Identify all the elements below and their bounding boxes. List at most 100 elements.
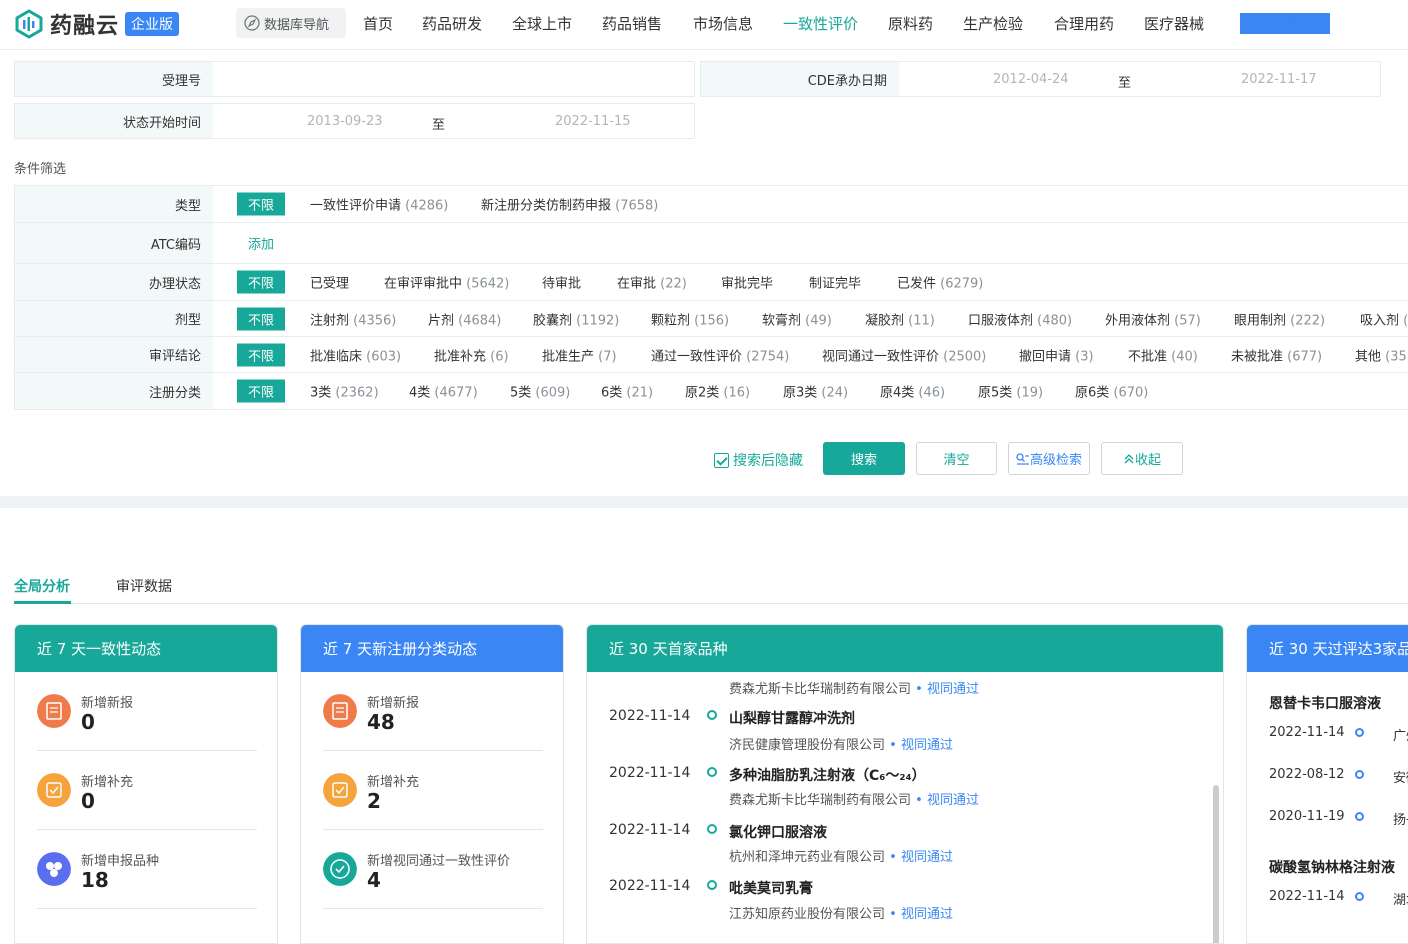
nav-global-launch[interactable]: 全球上市 [512,13,572,34]
filter-option[interactable]: 原3类 (24) [783,382,848,401]
filter-option[interactable]: 吸入剂 ( [1360,309,1408,328]
filter-option[interactable]: 原2类 (16) [685,382,750,401]
filter-option[interactable]: 审批完毕 [721,273,773,292]
group-drug-name[interactable]: 恩替卡韦口服溶液 [1269,693,1381,713]
filter-option[interactable]: 不批准 (40) [1128,345,1198,364]
advanced-search-label: 高级检索 [1029,453,1082,468]
search-button[interactable]: 搜索 [823,442,905,475]
advanced-search-button[interactable]: 高级检索 [1008,442,1090,475]
stat-new-supplement[interactable]: 新增补充 2 [323,751,543,830]
stat-new-report[interactable]: 新增新报 0 [37,672,257,751]
nav-consistency-evaluation[interactable]: 一致性评价 [783,13,858,34]
database-nav-button[interactable]: 数据库导航 [236,8,346,38]
timeline-drug-name[interactable]: 氯化钾口服溶液 [729,822,827,842]
nav-medical-devices[interactable]: 医疗器械 [1144,13,1204,34]
filter-option[interactable]: 新注册分类仿制药申报 (7658) [481,195,658,214]
group-row-date: 2022-08-12 [1269,767,1345,782]
filter-option-selected[interactable]: 不限 [237,343,286,366]
filter-option[interactable]: 凝胶剂 (11) [865,309,935,328]
nav-drug-sales[interactable]: 药品销售 [602,13,662,34]
filter-option[interactable]: 在审批 (22) [617,273,687,292]
filter-option[interactable]: 颗粒剂 (156) [651,309,729,328]
atc-add-link[interactable]: 添加 [248,234,274,253]
timeline-dot-icon [707,824,717,834]
tab-global-analysis[interactable]: 全局分析 [14,576,70,596]
filter-option[interactable]: 6类 (21) [601,382,653,401]
filter-option[interactable]: 批准补充 (6) [434,345,509,364]
filter-option[interactable]: 已受理 [310,273,349,292]
nav-rational-drug-use[interactable]: 合理用药 [1054,13,1114,34]
cde-date-from[interactable]: 2012-04-24 [993,72,1069,87]
timeline-drug-name[interactable]: 多种油脂肪乳注射液（C₆～₂₄） [729,765,926,785]
filter-option[interactable]: 5类 (609) [510,382,570,401]
stat-new-varieties[interactable]: 新增申报品种 18 [37,830,257,909]
group-drug-name[interactable]: 碳酸氢钠林格注射液 [1269,857,1395,877]
filter-option-selected[interactable]: 不限 [237,270,286,294]
filter-option[interactable]: 胶囊剂 (1192) [533,309,619,328]
filter-option[interactable]: 撤回申请 (3) [1019,345,1094,364]
nav-literature-search[interactable]: 医学文献检索 [1240,13,1331,34]
tab-review-data[interactable]: 审评数据 [116,576,172,596]
filter-label: 剂型 [15,301,213,336]
filter-row-review-conclusion: 审评结论 不限 批准临床 (603) 批准补充 (6) 批准生产 (7) 通过一… [15,337,1408,373]
card-title: 近 7 天新注册分类动态 [301,625,563,672]
group-row-company: 扬子 [1393,813,1408,828]
filter-option[interactable]: 在审评审批中 (5642) [384,273,509,292]
filter-option[interactable]: 视同通过一致性评价 (2500) [822,345,986,364]
cde-date-row: CDE承办日期 2012-04-24 至 2022-11-17 [700,61,1381,97]
accept-no-row: 受理号 [14,61,695,97]
compass-icon [244,15,260,31]
filter-option[interactable]: 原5类 (19) [978,382,1043,401]
status-start-to[interactable]: 2022-11-15 [555,114,631,129]
filter-option[interactable]: 未被批准 (677) [1231,345,1322,364]
brand-logo[interactable]: 药融云 企业版 [14,6,180,42]
accept-no-input[interactable] [214,62,694,96]
nav-api[interactable]: 原料药 [888,13,933,34]
collapse-button[interactable]: 收起 [1101,442,1183,475]
filter-option[interactable]: 注射剂 (4356) [310,309,396,328]
filter-option-selected[interactable]: 不限 [237,307,286,330]
new-report-icon [37,694,71,728]
stat-new-supplement[interactable]: 新增补充 0 [37,751,257,830]
stat-label: 新增视同通过一致性评价 [367,854,511,869]
filter-option[interactable]: 4类 (4677) [409,382,478,401]
filter-option[interactable]: 其他 (35) [1355,345,1408,364]
timeline-list: 费森尤斯卡比华瑞制药有限公司 • 视同通过 2022-11-14 山梨醇甘露醇冲… [587,672,1207,943]
filter-option[interactable]: 已发件 (6279) [897,273,983,292]
filter-row-type: 类型 不限 一致性评价申请 (4286) 新注册分类仿制药申报 (7658) [15,186,1408,223]
hide-after-search-checkbox[interactable]: 搜索后隐藏 [714,450,803,470]
clear-button[interactable]: 清空 [916,442,997,475]
filter-option[interactable]: 软膏剂 (49) [762,309,832,328]
filter-label: 类型 [15,186,213,222]
stat-new-report[interactable]: 新增新报 48 [323,672,543,751]
stat-new-equivalent-pass[interactable]: 新增视同通过一致性评价 4 [323,830,543,909]
nav-market-info[interactable]: 市场信息 [693,13,753,34]
filter-option[interactable]: 通过一致性评价 (2754) [651,345,789,364]
timeline-drug-name[interactable]: 山梨醇甘露醇冲洗剂 [729,708,855,728]
filter-option[interactable]: 制证完毕 [809,273,861,292]
scrollbar[interactable] [1213,785,1219,943]
filter-option-selected[interactable]: 不限 [237,379,286,403]
filter-option[interactable]: 口服液体剂 (480) [968,309,1072,328]
filter-row-dosage-form: 剂型 不限 注射剂 (4356) 片剂 (4684) 胶囊剂 (1192) 颗粒… [15,301,1408,337]
filter-option[interactable]: 原4类 (46) [880,382,945,401]
nav-home[interactable]: 首页 [363,13,393,34]
timeline-company: 江苏知原药业股份有限公司 • 视同通过 [729,907,953,922]
nav-drug-rd[interactable]: 药品研发 [422,13,482,34]
filter-option[interactable]: 批准临床 (603) [310,345,401,364]
filter-option[interactable]: 眼用制剂 (222) [1234,309,1325,328]
filter-option[interactable]: 片剂 (4684) [428,309,501,328]
filter-option[interactable]: 待审批 [542,273,581,292]
filter-option-selected[interactable]: 不限 [237,192,286,216]
timeline-drug-name[interactable]: 吡美莫司乳膏 [729,878,813,898]
filter-option[interactable]: 原6类 (670) [1075,382,1148,401]
filter-option[interactable]: 批准生产 (7) [542,345,617,364]
cde-date-to[interactable]: 2022-11-17 [1241,72,1317,87]
status-start-from[interactable]: 2013-09-23 [307,114,383,129]
filter-label: 审评结论 [15,337,213,372]
filter-option[interactable]: 一致性评价申请 (4286) [310,195,448,214]
nav-production-inspection[interactable]: 生产检验 [963,13,1023,34]
filter-option[interactable]: 3类 (2362) [310,382,379,401]
timeline-dot-icon [1355,770,1364,779]
filter-option[interactable]: 外用液体剂 (57) [1105,309,1201,328]
